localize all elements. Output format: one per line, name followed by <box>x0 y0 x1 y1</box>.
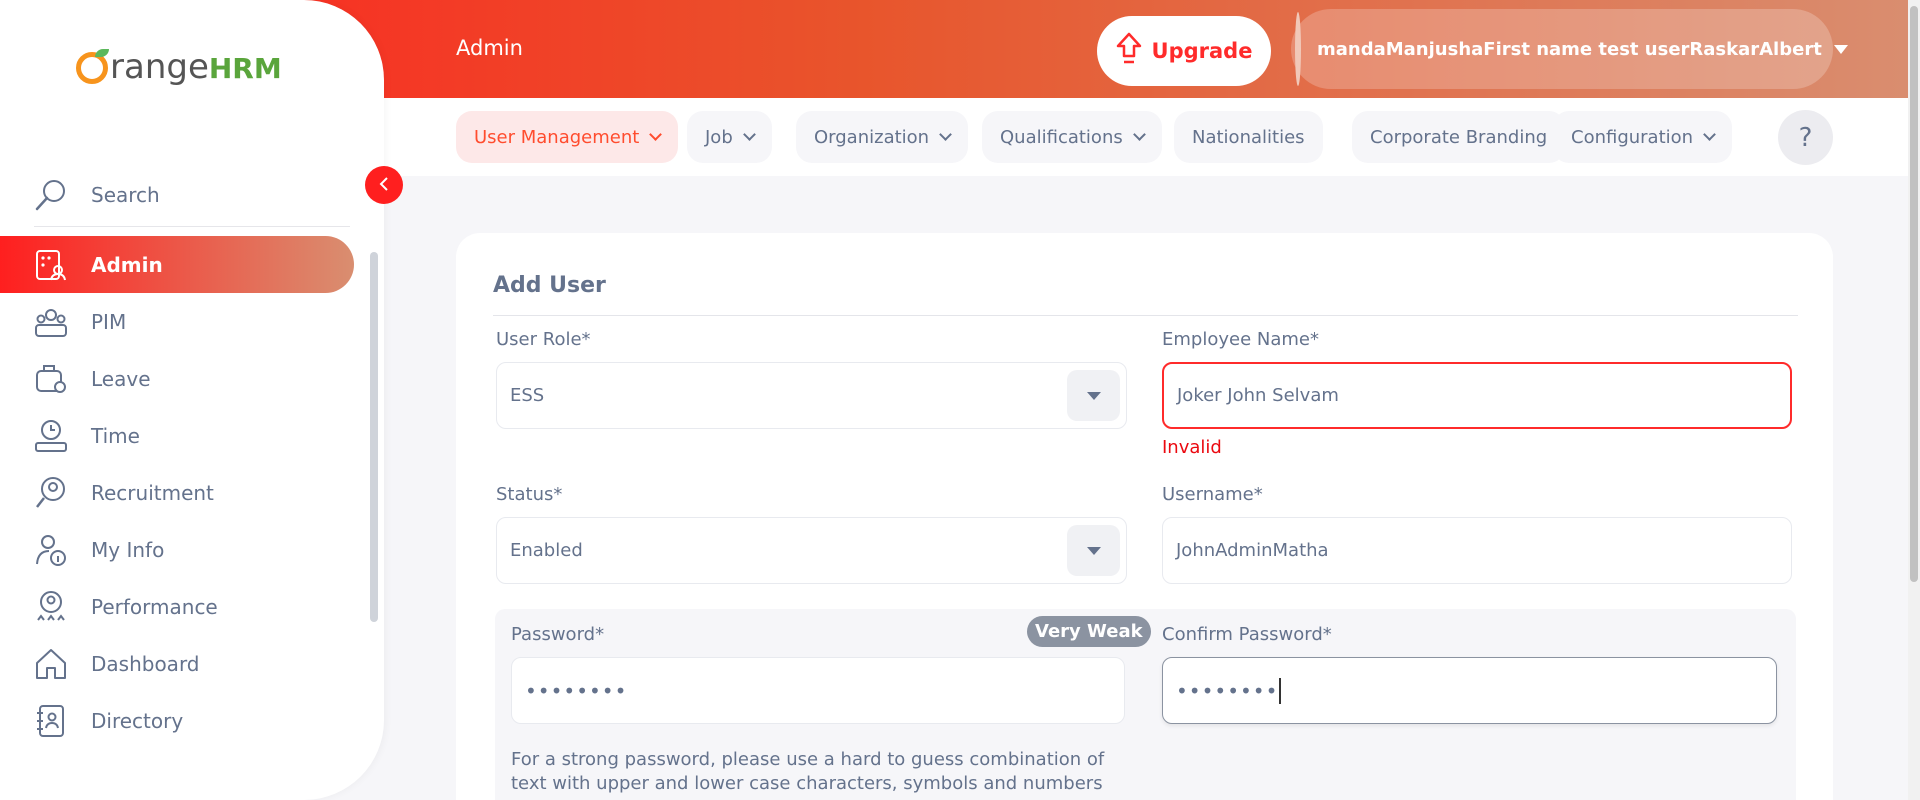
dashboard-icon <box>34 647 68 681</box>
status-label: Status* <box>496 484 563 505</box>
sidebar-item-label: Admin <box>91 252 163 277</box>
orange-logo-icon <box>76 49 109 84</box>
sidebar-item-label: Leave <box>91 366 151 391</box>
user-role-label: User Role* <box>496 329 591 350</box>
sidebar-item-label: Dashboard <box>91 651 200 676</box>
form-title: Add User <box>493 273 606 298</box>
sidebar-scrollbar[interactable] <box>370 252 378 622</box>
sidebar-item-label: My Info <box>91 537 165 562</box>
tab-corporate-branding[interactable]: Corporate Branding <box>1352 111 1566 163</box>
time-icon <box>34 419 68 453</box>
employee-name-error: Invalid <box>1162 437 1222 458</box>
password-hint: For a strong password, please use a hard… <box>511 749 1105 794</box>
scrollbar-thumb[interactable] <box>1910 6 1918 582</box>
upgrade-arrow-icon <box>1116 32 1142 71</box>
performance-icon <box>34 590 68 624</box>
tab-qualifications[interactable]: Qualifications <box>982 111 1162 163</box>
tab-label: Organization <box>814 126 930 148</box>
user-dropdown[interactable]: mandaManjushaFirst name test userRaskarA… <box>1291 9 1848 89</box>
tab-label: Configuration <box>1571 126 1694 148</box>
password-strength-badge: Very Weak <box>1027 616 1151 647</box>
caret-down-icon <box>1833 44 1848 54</box>
sidebar-item-label: Directory <box>91 708 184 733</box>
employee-name-label: Employee Name* <box>1162 329 1319 350</box>
tab-label: Corporate Branding <box>1370 126 1548 148</box>
username-value: JohnAdminMatha <box>1176 540 1329 561</box>
my-info-icon <box>34 533 68 567</box>
sidebar-item-admin[interactable]: Admin <box>0 236 354 293</box>
sidebar-item-time[interactable]: Time <box>0 407 354 464</box>
chevron-down-icon <box>1703 128 1716 141</box>
search-label: Search <box>91 182 160 207</box>
page-scrollbar[interactable] <box>1908 0 1920 800</box>
logo-suffix: HRM <box>208 52 282 85</box>
recruitment-icon <box>34 476 68 510</box>
sidebar-item-label: Time <box>91 423 140 448</box>
upgrade-button[interactable]: Upgrade <box>1097 16 1271 86</box>
upgrade-label: Upgrade <box>1151 39 1253 63</box>
add-user-card: Add User User Role* ESS Employee Name* J… <box>456 233 1833 800</box>
dropdown-caret-icon[interactable] <box>1067 370 1120 421</box>
username-input[interactable]: JohnAdminMatha <box>1162 517 1792 584</box>
user-name: mandaManjushaFirst name test userRaskarA… <box>1317 38 1822 60</box>
sidebar-item-recruitment[interactable]: Recruitment <box>0 464 354 521</box>
chevron-down-icon <box>649 128 663 141</box>
status-value: Enabled <box>510 540 583 561</box>
chevron-down-icon <box>1132 128 1146 141</box>
tab-label: Job <box>705 126 733 148</box>
sidebar-item-label: PIM <box>91 309 127 334</box>
search-icon <box>34 178 68 212</box>
admin-icon <box>34 248 68 282</box>
tab-label: Nationalities <box>1192 126 1305 148</box>
divider <box>493 315 1798 316</box>
user-role-value: ESS <box>510 385 545 406</box>
password-label: Password* <box>511 624 605 645</box>
text-cursor <box>1279 677 1282 704</box>
sidebar-item-dashboard[interactable]: Dashboard <box>0 635 354 692</box>
user-role-select[interactable]: ESS <box>496 362 1127 429</box>
tab-label: Qualifications <box>1000 126 1123 148</box>
logo-text: range <box>110 47 209 87</box>
tab-configuration[interactable]: Configuration <box>1553 111 1733 163</box>
leave-icon <box>34 362 68 396</box>
employee-name-value: Joker John Selvam <box>1177 385 1339 406</box>
help-button[interactable]: ? <box>1778 110 1833 165</box>
password-value: •••••••• <box>525 678 628 703</box>
sidebar-item-directory[interactable]: Directory <box>0 692 354 749</box>
sidebar-item-performance[interactable]: Performance <box>0 578 354 635</box>
sidebar-item-pim[interactable]: PIM <box>0 293 354 350</box>
tab-organization[interactable]: Organization <box>796 111 969 163</box>
confirm-password-label: Confirm Password* <box>1162 624 1332 645</box>
username-label: Username* <box>1162 484 1263 505</box>
tab-user-management[interactable]: User Management <box>456 111 679 163</box>
tab-job[interactable]: Job <box>687 111 772 163</box>
tab-label: User Management <box>474 126 640 148</box>
employee-name-input[interactable]: Joker John Selvam <box>1162 362 1792 429</box>
sidebar-item-my-info[interactable]: My Info <box>0 521 354 578</box>
page-title: Admin <box>456 36 523 60</box>
pim-icon <box>34 305 68 339</box>
sidebar: range HRM Search Admin PIM Leave Time Re… <box>0 0 384 800</box>
admin-subnav: User Management Job Organization Qualifi… <box>384 98 1920 176</box>
sidebar-search[interactable]: Search <box>34 163 350 227</box>
sidebar-item-label: Recruitment <box>91 480 214 505</box>
confirm-password-value: •••••••• <box>1176 678 1279 703</box>
collapse-sidebar-button[interactable] <box>365 166 403 204</box>
dropdown-caret-icon[interactable] <box>1067 525 1120 576</box>
orangehrm-logo: range HRM <box>76 46 282 87</box>
chevron-left-icon <box>378 175 390 196</box>
sidebar-item-leave[interactable]: Leave <box>0 350 354 407</box>
confirm-password-input[interactable]: •••••••• <box>1162 657 1777 724</box>
tab-nationalities[interactable]: Nationalities <box>1174 111 1323 163</box>
sidebar-item-label: Performance <box>91 594 218 619</box>
chevron-down-icon <box>939 128 952 141</box>
chevron-down-icon <box>742 128 756 141</box>
password-input[interactable]: •••••••• <box>511 657 1125 724</box>
avatar <box>1295 12 1301 86</box>
directory-icon <box>34 704 68 738</box>
status-select[interactable]: Enabled <box>496 517 1127 584</box>
